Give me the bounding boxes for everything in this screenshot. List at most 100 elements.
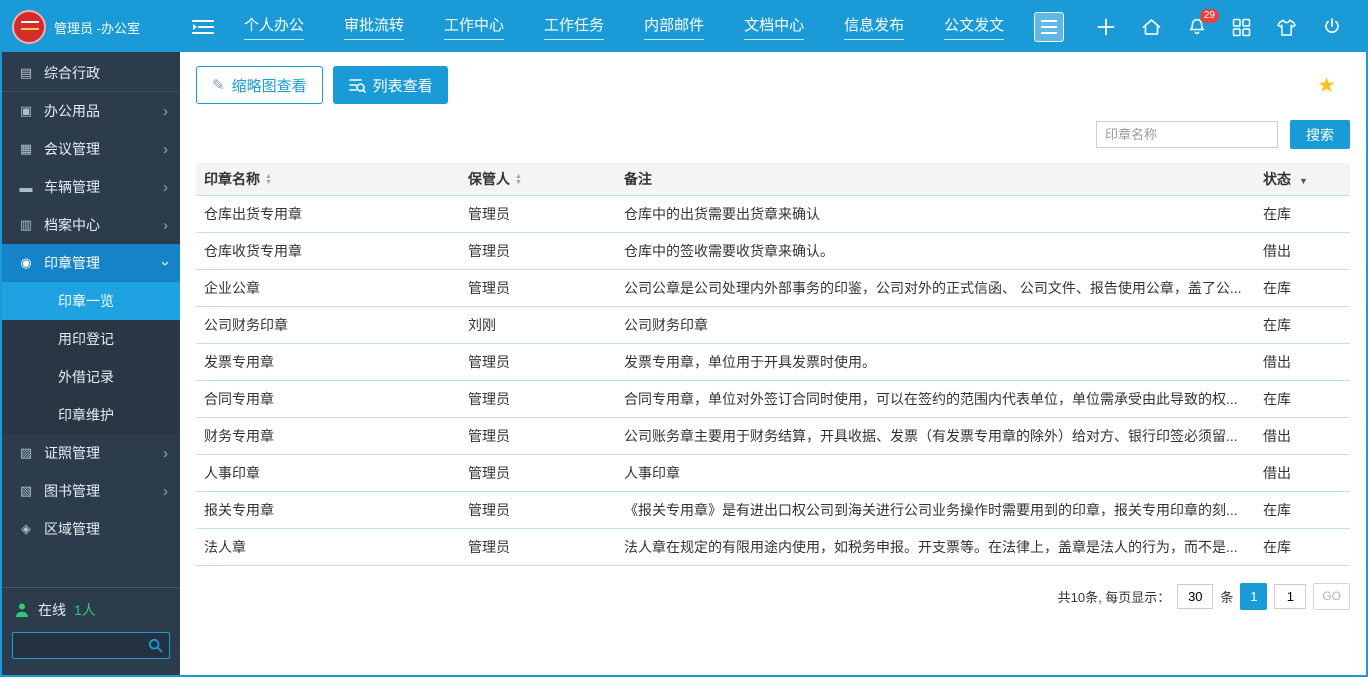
sidebar-item-seal-management[interactable]: ◉印章管理› bbox=[2, 244, 180, 282]
region-icon: ◈ bbox=[18, 521, 34, 537]
nav-item-personal-office[interactable]: 个人办公 bbox=[224, 14, 324, 40]
view-toolbar: ✎ 缩略图查看 列表查看 ★ bbox=[180, 52, 1366, 112]
supplies-icon: ▣ bbox=[18, 103, 34, 119]
power-logout-icon[interactable] bbox=[1322, 17, 1342, 37]
keeper-cell: 管理员 bbox=[460, 491, 616, 528]
table-row[interactable]: 公司财务印章刘刚公司财务印章在库 bbox=[196, 306, 1350, 343]
thumbnail-icon: ✎ bbox=[212, 76, 225, 94]
chevron-down-icon: › bbox=[158, 261, 173, 266]
column-label: 保管人 bbox=[468, 171, 510, 187]
sidebar-subitem-seal-list[interactable]: 印章一览 bbox=[2, 282, 180, 320]
table-row[interactable]: 财务专用章管理员公司账务章主要用于财务结算，开具收据、发票（有发票专用章的除外）… bbox=[196, 417, 1350, 454]
sidebar-subitem-lend-records[interactable]: 外借记录 bbox=[2, 358, 180, 396]
status-cell: 借出 bbox=[1255, 417, 1350, 454]
remark-cell: 人事印章 bbox=[616, 454, 1255, 491]
sidebar: ▤综合行政▣办公用品›▦会议管理›▬车辆管理›▥档案中心›◉印章管理›印章一览用… bbox=[2, 52, 180, 675]
table-row[interactable]: 发票专用章管理员发票专用章，单位用于开具发票时使用。借出 bbox=[196, 343, 1350, 380]
table-row[interactable]: 法人章管理员法人章在规定的有限用途内使用，如税务申报。开支票等。在法律上，盖章是… bbox=[196, 528, 1350, 565]
table-row[interactable]: 仓库收货专用章管理员仓库中的签收需要收货章来确认。借出 bbox=[196, 232, 1350, 269]
sidebar-item-comprehensive-admin[interactable]: ▤综合行政 bbox=[2, 54, 180, 92]
nav-item-work-tasks[interactable]: 工作任务 bbox=[524, 14, 624, 40]
keeper-cell: 管理员 bbox=[460, 269, 616, 306]
sidebar-subitem-label: 用印登记 bbox=[58, 329, 114, 349]
more-menus-button[interactable] bbox=[1034, 12, 1064, 42]
column-header-status[interactable]: 状态▼ bbox=[1255, 163, 1350, 195]
keeper-cell: 管理员 bbox=[460, 528, 616, 565]
sidebar-item-license-management[interactable]: ▨证照管理› bbox=[2, 434, 180, 472]
seal-table-body: 仓库出货专用章管理员仓库中的出货需要出货章来确认在库仓库收货专用章管理员仓库中的… bbox=[196, 195, 1350, 565]
meeting-icon: ▦ bbox=[18, 141, 34, 157]
thumbnail-view-button[interactable]: ✎ 缩略图查看 bbox=[196, 66, 323, 104]
nav-item-label: 内部邮件 bbox=[644, 14, 704, 40]
topbar-icons: 29 bbox=[1096, 17, 1366, 37]
nav-item-approval-flow[interactable]: 审批流转 bbox=[324, 14, 424, 40]
favorite-star-icon[interactable]: ★ bbox=[1317, 73, 1350, 98]
remark-cell: 公司财务印章 bbox=[616, 306, 1255, 343]
column-header-seal-name[interactable]: 印章名称▲▼ bbox=[196, 163, 460, 195]
list-view-button[interactable]: 列表查看 bbox=[333, 66, 448, 104]
logo-icon bbox=[12, 10, 46, 44]
sidebar-item-office-supplies[interactable]: ▣办公用品› bbox=[2, 92, 180, 130]
keeper-cell: 管理员 bbox=[460, 343, 616, 380]
column-header-keeper[interactable]: 保管人▲▼ bbox=[460, 163, 616, 195]
sidebar-subitem-seal-maintenance[interactable]: 印章维护 bbox=[2, 396, 180, 434]
license-icon: ▨ bbox=[18, 445, 34, 461]
sidebar-item-meeting-management[interactable]: ▦ 会议管理 › bbox=[2, 130, 180, 168]
theme-shirt-icon[interactable] bbox=[1276, 18, 1297, 37]
search-button[interactable]: 搜索 bbox=[1290, 120, 1350, 149]
chevron-right-icon: › bbox=[163, 218, 168, 233]
table-row[interactable]: 报关专用章管理员《报关专用章》是有进出口权公司到海关进行公司业务操作时需要用到的… bbox=[196, 491, 1350, 528]
menu-collapse-icon[interactable] bbox=[192, 19, 214, 35]
apps-grid-icon[interactable] bbox=[1232, 18, 1251, 37]
seal-name-cell: 公司财务印章 bbox=[196, 306, 460, 343]
goto-page-input[interactable] bbox=[1274, 584, 1306, 609]
nav-item-label: 审批流转 bbox=[344, 14, 404, 40]
status-cell: 在库 bbox=[1255, 491, 1350, 528]
go-button[interactable]: GO bbox=[1313, 583, 1350, 610]
table-row[interactable]: 企业公章管理员公司公章是公司处理内外部事务的印鉴，公司对外的正式信函、 公司文件… bbox=[196, 269, 1350, 306]
nav-item-official-dispatch[interactable]: 公文发文 bbox=[924, 14, 1024, 40]
chevron-right-icon: › bbox=[163, 142, 168, 157]
nav-item-label: 工作中心 bbox=[444, 14, 504, 40]
status-filter-caret-icon[interactable]: ▼ bbox=[1299, 176, 1308, 186]
sidebar-item-label: 会议管理 bbox=[44, 139, 153, 159]
sidebar-item-region-management[interactable]: ◈区域管理 bbox=[2, 510, 180, 548]
home-icon[interactable] bbox=[1141, 17, 1162, 37]
sidebar-item-book-management[interactable]: ▧图书管理› bbox=[2, 472, 180, 510]
archive-icon: ▥ bbox=[18, 217, 34, 233]
search-icon[interactable] bbox=[148, 638, 163, 653]
page: 管理员 -办公室 个人办公审批流转工作中心工作任务内部邮件文档中心信息发布公文发… bbox=[2, 2, 1366, 675]
sidebar-item-archive-center[interactable]: ▥档案中心› bbox=[2, 206, 180, 244]
nav-item-work-center[interactable]: 工作中心 bbox=[424, 14, 524, 40]
remark-cell: 仓库中的签收需要收货章来确认。 bbox=[616, 232, 1255, 269]
table-row[interactable]: 合同专用章管理员合同专用章，单位对外签订合同时使用，可以在签约的范围内代表单位，… bbox=[196, 380, 1350, 417]
nav-item-info-publish[interactable]: 信息发布 bbox=[824, 14, 924, 40]
seal-name-cell: 仓库出货专用章 bbox=[196, 195, 460, 232]
sidebar-subitem-label: 印章维护 bbox=[58, 405, 114, 425]
add-icon[interactable] bbox=[1096, 17, 1116, 37]
keeper-cell: 刘刚 bbox=[460, 306, 616, 343]
nav-item-internal-mail[interactable]: 内部邮件 bbox=[624, 14, 724, 40]
seal-icon: ◉ bbox=[18, 255, 34, 271]
online-status: 在线 1人 bbox=[12, 600, 170, 620]
table-row[interactable]: 人事印章管理员人事印章借出 bbox=[196, 454, 1350, 491]
seal-name-search-input[interactable] bbox=[1096, 121, 1278, 148]
nav-item-document-center[interactable]: 文档中心 bbox=[724, 14, 824, 40]
seal-name-cell: 仓库收货专用章 bbox=[196, 232, 460, 269]
column-header-remark: 备注 bbox=[616, 163, 1255, 195]
table-row[interactable]: 仓库出货专用章管理员仓库中的出货需要出货章来确认在库 bbox=[196, 195, 1350, 232]
seal-name-cell: 财务专用章 bbox=[196, 417, 460, 454]
status-cell: 借出 bbox=[1255, 232, 1350, 269]
page-size-input[interactable] bbox=[1177, 584, 1213, 609]
sidebar-subitem-seal-register[interactable]: 用印登记 bbox=[2, 320, 180, 358]
keeper-cell: 管理员 bbox=[460, 380, 616, 417]
sidebar-item-vehicle-management[interactable]: ▬车辆管理› bbox=[2, 168, 180, 206]
sidebar-item-label: 车辆管理 bbox=[44, 177, 153, 197]
current-page-button[interactable]: 1 bbox=[1240, 583, 1267, 610]
chevron-right-icon: › bbox=[163, 180, 168, 195]
status-cell: 借出 bbox=[1255, 343, 1350, 380]
chevron-right-icon: › bbox=[163, 104, 168, 119]
keeper-cell: 管理员 bbox=[460, 195, 616, 232]
notifications-bell-icon[interactable]: 29 bbox=[1187, 17, 1207, 37]
sidebar-search-input[interactable] bbox=[12, 632, 170, 659]
